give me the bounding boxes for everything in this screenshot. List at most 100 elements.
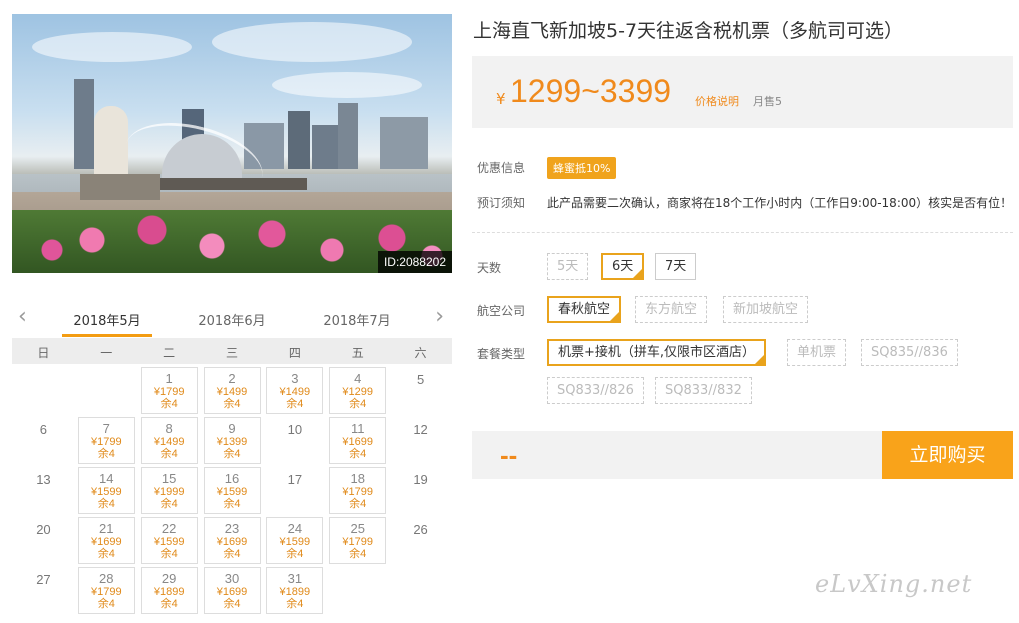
- option-days-7[interactable]: 7天: [655, 253, 697, 280]
- option-airline-eastern[interactable]: 东方航空: [635, 296, 708, 323]
- calendar-day-available[interactable]: 8 ¥1499 余4: [140, 417, 198, 464]
- buy-now-button[interactable]: 立即购买: [882, 431, 1013, 479]
- day-number: 28: [99, 571, 114, 586]
- day-price: ¥1699: [342, 436, 373, 448]
- product-photo: ID:2088202: [12, 14, 452, 273]
- day-price: ¥1599: [153, 536, 185, 548]
- day-number: 2: [228, 371, 236, 386]
- option-airline-spring[interactable]: 春秋航空: [547, 296, 622, 323]
- option-airline-singapore[interactable]: 新加坡航空: [723, 296, 809, 323]
- price-note-link[interactable]: 价格说明: [695, 93, 739, 109]
- weekday-label: 四: [288, 346, 301, 360]
- weekday-label: 六: [414, 346, 427, 360]
- tab-month-june[interactable]: 2018年6月: [187, 310, 277, 329]
- calendar-day-available[interactable]: 14 ¥1599 余4: [77, 467, 135, 514]
- day-price: ¥1999: [153, 486, 185, 498]
- day-price: ¥1599: [279, 536, 311, 548]
- day-number: 1: [165, 371, 173, 386]
- price-range: 1299~3399: [510, 73, 672, 109]
- calendar-day-available[interactable]: 16 ¥1599 余4: [203, 467, 261, 514]
- calendar-day-available[interactable]: 7 ¥1799 余4: [77, 417, 135, 464]
- day-number: 23: [224, 521, 240, 536]
- day-price: ¥1899: [153, 586, 185, 598]
- option-package-ticket-pickup[interactable]: 机票+接机（拼车,仅限市区酒店）: [547, 339, 767, 366]
- weekday-label: 三: [225, 346, 238, 360]
- option-days-5[interactable]: 5天: [547, 253, 589, 280]
- calendar-day-available[interactable]: 9 ¥1399 余4: [203, 417, 261, 464]
- day-remaining: 余4: [286, 398, 304, 410]
- price-panel: ¥ 1299~3399 价格说明 月售5: [472, 56, 1013, 128]
- day-number: 31: [287, 571, 303, 586]
- day-price: ¥1799: [342, 536, 373, 548]
- calendar-day-available[interactable]: 24 ¥1599 余4: [266, 517, 324, 564]
- booking-notice-text: 此产品需要二次确认，商家将在18个工作小时内（工作日9:00-18:00）核实是…: [547, 196, 1013, 210]
- day-remaining: 余4: [223, 398, 241, 410]
- weekday-label: 五: [351, 346, 364, 360]
- tab-month-may[interactable]: 2018年5月: [62, 310, 152, 337]
- day-remaining: 余4: [286, 598, 304, 610]
- day-number: 12: [413, 422, 428, 437]
- day-remaining: 余4: [97, 598, 115, 610]
- calendar-day-available[interactable]: 23 ¥1699 余4: [203, 517, 261, 564]
- chevron-left-icon[interactable]: ‹: [18, 304, 27, 329]
- day-number: 22: [161, 521, 177, 536]
- calendar-day-available[interactable]: 28 ¥1799 余4: [77, 567, 135, 614]
- tab-month-july[interactable]: 2018年7月: [312, 310, 402, 329]
- calendar-day-available[interactable]: 21 ¥1699 余4: [77, 517, 135, 564]
- day-number: 10: [287, 422, 303, 437]
- calendar-day: 6: [15, 417, 72, 464]
- calendar-day-available[interactable]: 22 ¥1599 余4: [140, 517, 198, 564]
- day-price: ¥1899: [279, 586, 311, 598]
- calendar-day-available[interactable]: 29 ¥1899 余4: [140, 567, 198, 614]
- calendar-day-available[interactable]: 31 ¥1899 余4: [266, 567, 324, 614]
- day-number: 14: [99, 471, 114, 486]
- calendar-day: 26: [392, 517, 449, 564]
- calendar-day: 19: [392, 467, 449, 514]
- photo-id-badge: ID:2088202: [377, 251, 452, 273]
- calendar-day-available[interactable]: 15 ¥1999 余4: [140, 467, 198, 514]
- calendar-day-available[interactable]: 1 ¥1799 余4: [140, 367, 198, 414]
- day-remaining: 余4: [349, 448, 367, 460]
- calendar-day: 12: [392, 417, 449, 464]
- day-number: 9: [228, 421, 236, 436]
- calendar-day: 13: [15, 467, 72, 514]
- day-number: 21: [99, 521, 114, 536]
- option-days-6[interactable]: 6天: [601, 253, 645, 280]
- calendar-day-available[interactable]: 4 ¥1299 余4: [329, 367, 387, 414]
- option-package-sq833-826[interactable]: SQ833//826: [547, 377, 644, 404]
- calendar-day-available[interactable]: 3 ¥1499 余4: [266, 367, 324, 414]
- day-number: 11: [350, 421, 365, 436]
- day-number: 4: [354, 371, 362, 386]
- day-number: 15: [161, 471, 177, 486]
- day-remaining: 余4: [223, 498, 241, 510]
- option-package-ticket-only[interactable]: 单机票: [787, 339, 847, 366]
- calendar-day-available[interactable]: 30 ¥1699 余4: [203, 567, 261, 614]
- total-price: --: [500, 440, 518, 470]
- booking-notice-label: 预订须知: [477, 196, 526, 210]
- chevron-right-icon[interactable]: ›: [435, 304, 444, 329]
- day-remaining: 余4: [160, 448, 178, 460]
- day-remaining: 余4: [286, 548, 304, 560]
- calendar-day-available[interactable]: 2 ¥1499 余4: [203, 367, 261, 414]
- option-package-sq835[interactable]: SQ835//836: [861, 339, 958, 366]
- day-price: ¥1799: [90, 436, 122, 448]
- calendar-weekday-header: 日 一 二 三 四 五 六: [12, 338, 452, 364]
- day-remaining: 余4: [160, 398, 178, 410]
- calendar-day-available[interactable]: 11 ¥1699 余4: [329, 417, 387, 464]
- day-number: 26: [413, 522, 428, 537]
- day-number: 13: [36, 472, 51, 487]
- day-price: ¥1699: [90, 536, 122, 548]
- day-number: 3: [291, 371, 299, 386]
- day-price: ¥1499: [279, 386, 311, 398]
- calendar-day: 27: [15, 567, 72, 614]
- day-remaining: 余4: [97, 548, 115, 560]
- day-price: ¥1499: [216, 386, 248, 398]
- calendar-day-available[interactable]: 25 ¥1799 余4: [329, 517, 387, 564]
- monthly-sales: 月售5: [753, 95, 782, 108]
- calendar-day: 10: [266, 417, 323, 464]
- calendar-day-available[interactable]: 18 ¥1799 余4: [329, 467, 387, 514]
- weekday-label: 日: [37, 346, 50, 360]
- weekday-label: 二: [163, 346, 176, 360]
- option-package-sq833-832[interactable]: SQ833//832: [655, 377, 752, 404]
- day-remaining: 余4: [223, 598, 241, 610]
